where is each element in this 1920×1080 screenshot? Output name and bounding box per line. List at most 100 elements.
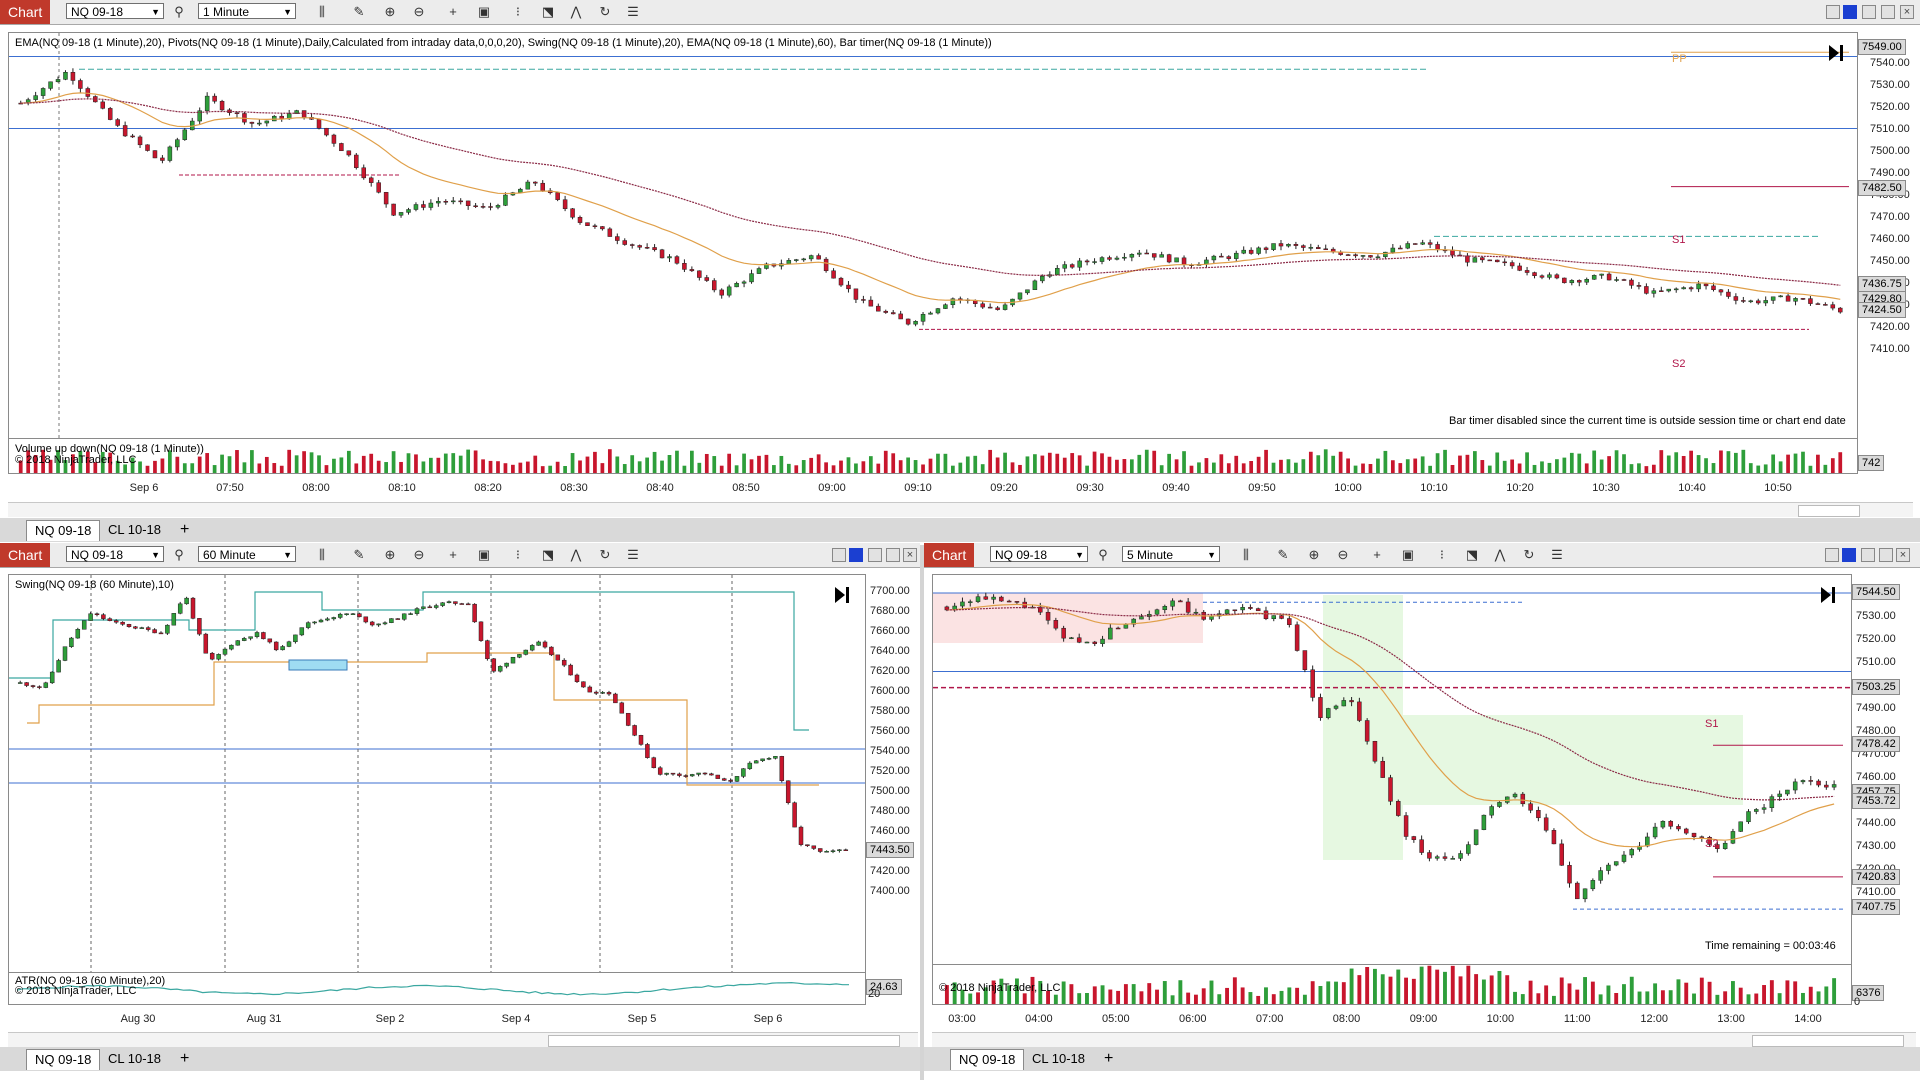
scroll-to-end-icon[interactable]: [833, 585, 851, 605]
bl-price-panel[interactable]: Swing(NQ 09-18 (60 Minute),10): [8, 574, 866, 974]
maximize-button[interactable]: [886, 548, 900, 562]
chart-menu-button[interactable]: Chart: [924, 543, 975, 567]
tab-cl[interactable]: CL 10-18: [100, 1049, 169, 1069]
top-price-panel[interactable]: EMA(NQ 09-18 (1 Minute),20), Pivots(NQ 0…: [8, 32, 1858, 440]
candle: [1002, 304, 1008, 310]
time-tick-label: 10:00: [1486, 1013, 1515, 1025]
strategies-icon[interactable]: ⬔: [1463, 546, 1481, 564]
interval-selector[interactable]: 1 Minute ▼: [198, 3, 296, 19]
copyright-text: © 2018 NinjaTrader, LLC: [15, 454, 137, 466]
window-grey-button[interactable]: [1826, 5, 1840, 19]
time-tick-label: Sep 5: [627, 1013, 657, 1025]
bl-horizontal-scrollbar[interactable]: [8, 1032, 918, 1047]
candle: [1325, 708, 1331, 718]
price-tick-label: 7520.00: [870, 765, 910, 777]
instrument-selector[interactable]: NQ 09-18 ▼: [66, 546, 164, 562]
menu-list-icon[interactable]: ☰: [624, 546, 642, 564]
window-link-button[interactable]: [1843, 5, 1857, 19]
chart-menu-button[interactable]: Chart: [0, 0, 51, 24]
scroll-to-end-icon[interactable]: [1819, 585, 1837, 605]
crosshair-icon[interactable]: +: [1368, 546, 1386, 564]
scrollbar-thumb[interactable]: [1798, 505, 1860, 517]
zoom-out-icon[interactable]: ⊖: [1334, 546, 1352, 564]
bar-type-icon[interactable]: ⫼: [313, 546, 331, 564]
zoom-in-icon[interactable]: ⊕: [381, 3, 399, 21]
top-price-axis[interactable]: 7540.00 7530.00 7520.00 7510.00 7500.00 7490.…: [1856, 32, 1920, 472]
indicators-icon[interactable]: ⁝: [1433, 546, 1451, 564]
br-price-axis[interactable]: 7530.007520.007510.007500.007490.007480.…: [1850, 574, 1920, 1008]
time-tick-label: 08:50: [732, 482, 760, 494]
search-icon[interactable]: ⚲: [1094, 546, 1112, 564]
properties-icon[interactable]: ▣: [475, 3, 493, 21]
candle: [542, 641, 548, 648]
refresh-icon[interactable]: ↻: [596, 546, 614, 564]
properties-icon[interactable]: ▣: [475, 546, 493, 564]
pencil-icon[interactable]: ✎: [1274, 546, 1292, 564]
bar-type-icon[interactable]: ⫼: [1237, 546, 1255, 564]
refresh-icon[interactable]: ↻: [596, 3, 614, 21]
menu-list-icon[interactable]: ☰: [1548, 546, 1566, 564]
top-time-axis[interactable]: Sep 6 07:50 08:00 08:10 08:20 08:30 08:40 08:50…: [8, 482, 1856, 498]
drawing-tools-icon[interactable]: ⋀: [567, 3, 585, 21]
instrument-selector[interactable]: NQ 09-18 ▼: [990, 546, 1088, 562]
menu-list-icon[interactable]: ☰: [624, 3, 642, 21]
drawing-tools-icon[interactable]: ⋀: [567, 546, 585, 564]
price-tick-label: 7460.00: [1870, 233, 1910, 245]
zoom-in-icon[interactable]: ⊕: [1305, 546, 1323, 564]
search-icon[interactable]: ⚲: [170, 3, 188, 21]
tab-nq[interactable]: NQ 09-18: [950, 1049, 1025, 1070]
minimize-button[interactable]: [868, 548, 882, 562]
close-button[interactable]: ×: [903, 548, 917, 562]
window-link-button[interactable]: [1842, 548, 1856, 562]
window-link-button[interactable]: [849, 548, 863, 562]
candle: [1722, 842, 1728, 849]
drawing-tools-icon[interactable]: ⋀: [1491, 546, 1509, 564]
minimize-button[interactable]: [1861, 548, 1875, 562]
crosshair-icon[interactable]: +: [444, 3, 462, 21]
br-time-axis[interactable]: 03:00 04:00 05:00 06:00 07:00 08:00 09:00 10:00…: [932, 1013, 1850, 1029]
strategies-icon[interactable]: ⬔: [539, 546, 557, 564]
tab-nq[interactable]: NQ 09-18: [26, 520, 101, 541]
candle: [1185, 601, 1191, 613]
search-icon[interactable]: ⚲: [170, 546, 188, 564]
close-button[interactable]: ×: [1900, 5, 1914, 19]
bl-price-axis[interactable]: 7700.00 7680.00 7660.00 7640.00 7620.00 7600.…: [864, 574, 920, 1004]
window-grey-button[interactable]: [832, 548, 846, 562]
tab-nq[interactable]: NQ 09-18: [26, 1049, 101, 1070]
zoom-in-icon[interactable]: ⊕: [381, 546, 399, 564]
indicators-icon[interactable]: ⁝: [509, 3, 527, 21]
bl-time-axis[interactable]: Aug 30 Aug 31 Sep 2 Sep 4 Sep 5 Sep 6: [8, 1013, 864, 1029]
scroll-to-end-icon[interactable]: [1827, 43, 1845, 63]
br-price-panel[interactable]: S1 S2 Time remaining = 00:03:46: [932, 574, 1852, 966]
minimize-button[interactable]: [1862, 5, 1876, 19]
close-button[interactable]: ×: [1896, 548, 1910, 562]
tab-cl[interactable]: CL 10-18: [1024, 1049, 1093, 1069]
chart-menu-button[interactable]: Chart: [0, 543, 51, 567]
pencil-icon[interactable]: ✎: [350, 3, 368, 21]
indicators-icon[interactable]: ⁝: [509, 546, 527, 564]
window-grey-button[interactable]: [1825, 548, 1839, 562]
candle: [533, 181, 538, 184]
add-tab-button[interactable]: +: [172, 1049, 197, 1069]
zoom-out-icon[interactable]: ⊖: [410, 3, 428, 21]
add-tab-button[interactable]: +: [172, 520, 197, 540]
maximize-button[interactable]: [1881, 5, 1895, 19]
bar-type-icon[interactable]: ⫼: [313, 3, 331, 21]
top-horizontal-scrollbar[interactable]: [8, 502, 1913, 517]
interval-selector[interactable]: 60 Minute ▼: [198, 546, 296, 562]
tab-cl[interactable]: CL 10-18: [100, 520, 169, 540]
refresh-icon[interactable]: ↻: [1520, 546, 1538, 564]
crosshair-icon[interactable]: +: [444, 546, 462, 564]
interval-selector[interactable]: 5 Minute ▼: [1122, 546, 1220, 562]
price-tick-label: 7420.00: [1870, 321, 1910, 333]
pencil-icon[interactable]: ✎: [350, 546, 368, 564]
strategies-icon[interactable]: ⬔: [539, 3, 557, 21]
add-tab-button[interactable]: +: [1096, 1049, 1121, 1069]
scrollbar-thumb[interactable]: [548, 1035, 900, 1047]
zoom-out-icon[interactable]: ⊖: [410, 546, 428, 564]
properties-icon[interactable]: ▣: [1399, 546, 1417, 564]
scrollbar-thumb[interactable]: [1752, 1035, 1904, 1047]
maximize-button[interactable]: [1879, 548, 1893, 562]
br-horizontal-scrollbar[interactable]: [932, 1032, 1916, 1047]
instrument-selector[interactable]: NQ 09-18 ▼: [66, 3, 164, 19]
